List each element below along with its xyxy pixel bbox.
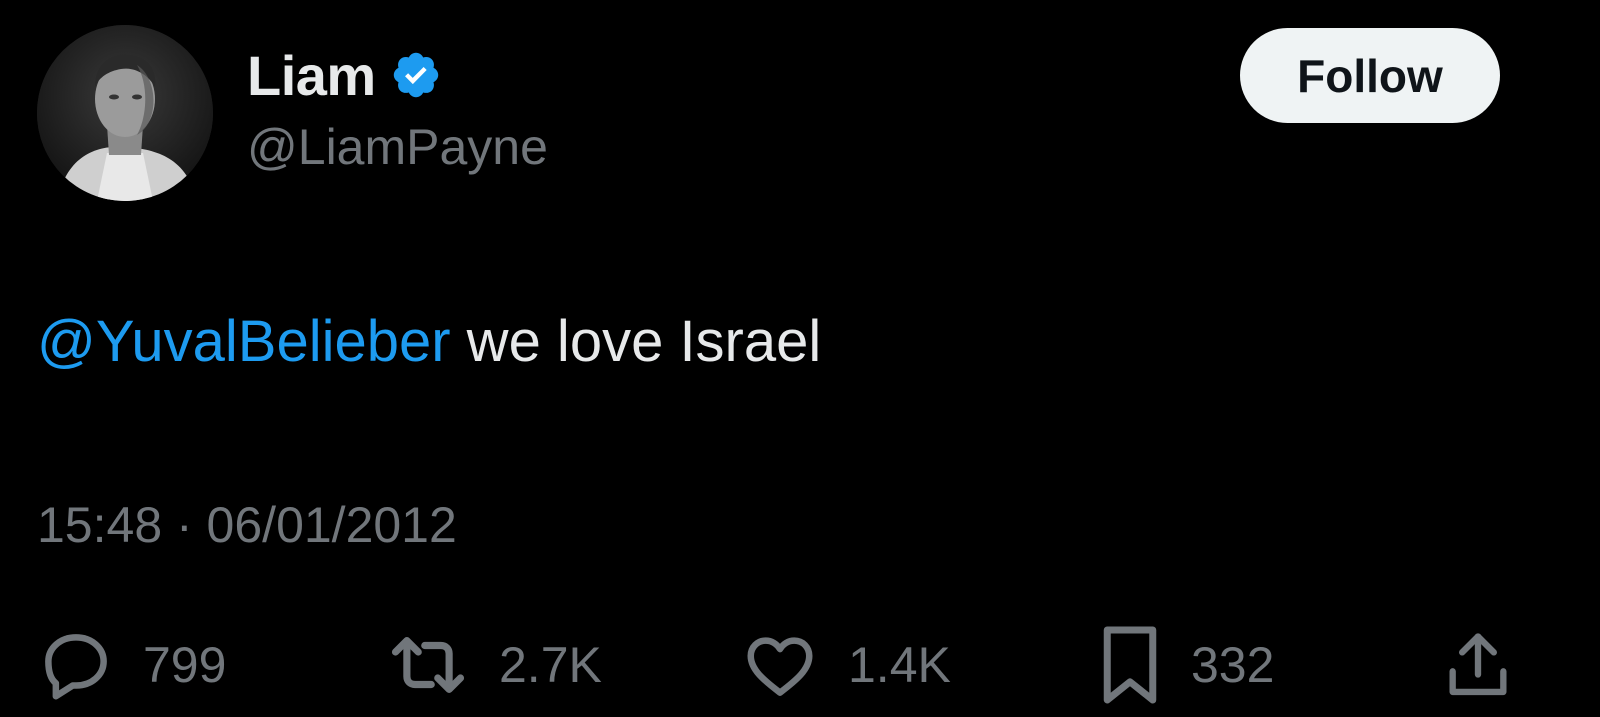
tweet-text: @YuvalBelieber we love Israel [37, 308, 821, 375]
share-button[interactable] [1440, 620, 1516, 710]
bookmark-icon [1097, 623, 1163, 707]
tweet-card: Liam @LiamPayne Follow @YuvalBelieber we… [0, 0, 1600, 717]
retweet-button[interactable]: 2.7K [385, 620, 602, 710]
tweet-body-text: we love Israel [450, 309, 822, 374]
heart-icon [740, 626, 820, 704]
retweet-count: 2.7K [499, 637, 602, 693]
author-handle[interactable]: @LiamPayne [247, 118, 548, 176]
reply-count: 799 [143, 637, 227, 693]
author-display-name[interactable]: Liam [247, 43, 376, 108]
reply-button[interactable]: 799 [37, 620, 226, 710]
verified-badge-icon [390, 49, 442, 101]
tweet-mention-link[interactable]: @YuvalBelieber [37, 309, 451, 374]
speech-bubble-icon [37, 626, 115, 704]
avatar[interactable] [37, 25, 213, 201]
share-upload-icon [1440, 626, 1516, 704]
profile-photo-image [37, 25, 213, 201]
author-name-row: Liam [247, 40, 442, 110]
tweet-timestamp[interactable]: 15:48 · 06/01/2012 [37, 496, 457, 554]
tweet-action-bar: 799 2.7K 1.4K 332 [0, 620, 1600, 710]
retweet-arrows-icon [385, 626, 471, 704]
bookmark-count: 332 [1191, 637, 1275, 693]
like-button[interactable]: 1.4K [740, 620, 951, 710]
follow-button[interactable]: Follow [1240, 28, 1500, 123]
like-count: 1.4K [848, 637, 951, 693]
bookmark-button[interactable]: 332 [1097, 620, 1274, 710]
